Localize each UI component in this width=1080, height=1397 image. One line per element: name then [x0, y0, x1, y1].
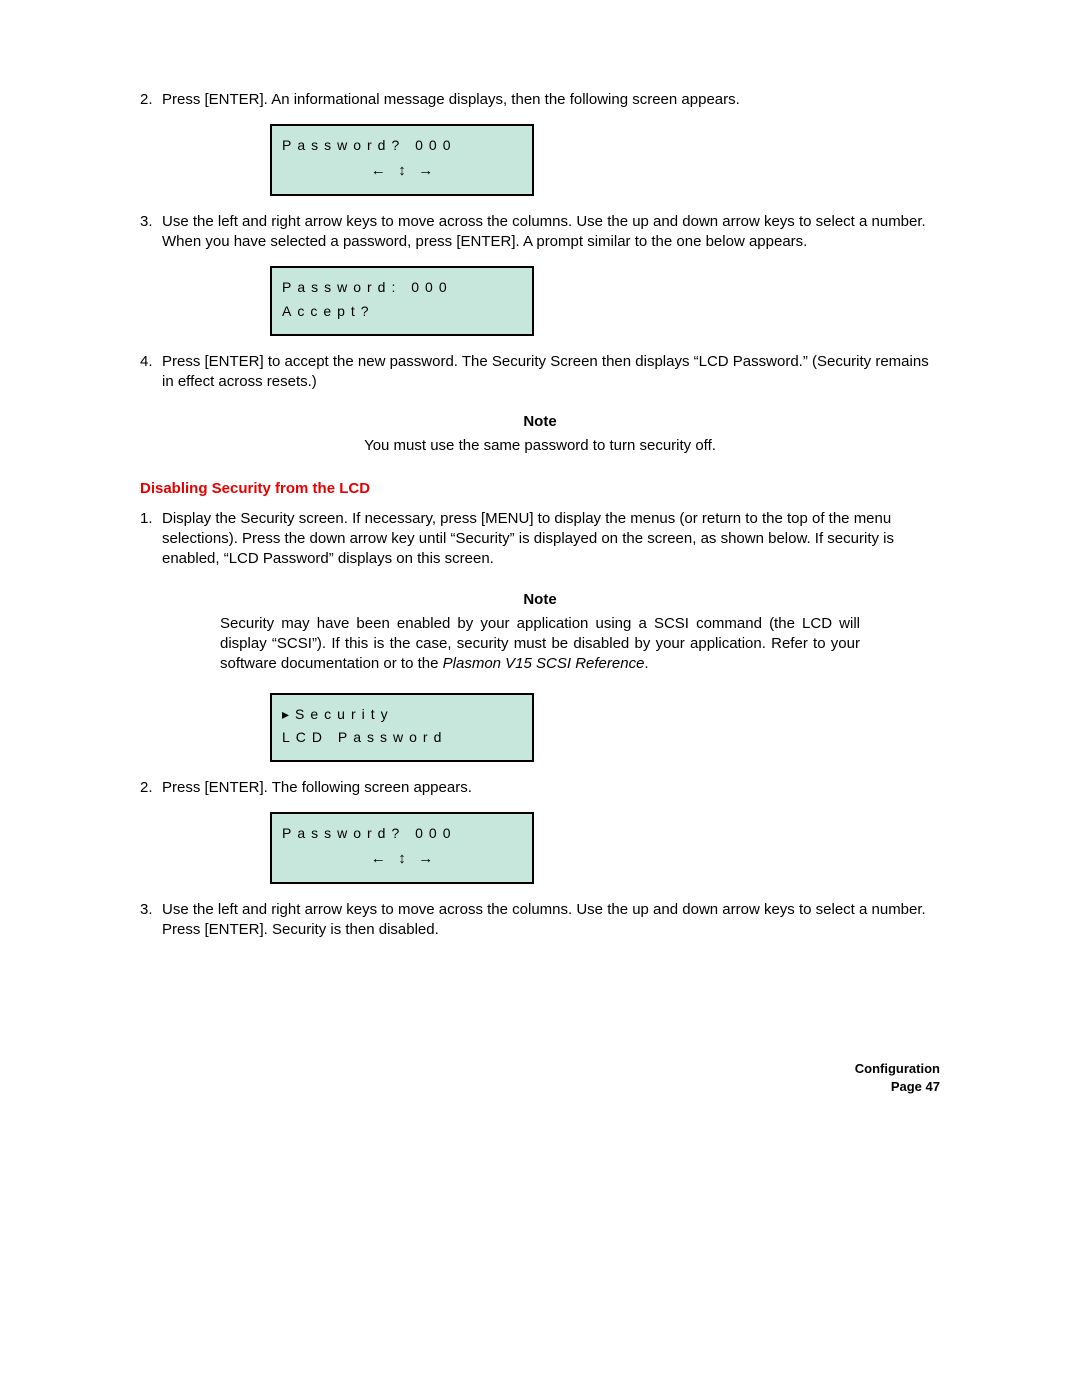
- lcd-screen-4: Password? 000 ← ↕ →: [270, 812, 534, 883]
- note-body: Security may have been enabled by your a…: [220, 614, 860, 675]
- step-b2: 2. Press [ENTER]. The following screen a…: [140, 778, 940, 798]
- lcd-line: ▸Security: [282, 703, 522, 727]
- step-a3: 3. Use the left and right arrow keys to …: [140, 212, 940, 253]
- page-footer: Configuration Page 47: [140, 1060, 940, 1095]
- footer-page: Page 47: [140, 1078, 940, 1096]
- note-heading: Note: [140, 590, 940, 610]
- step-num: 3.: [140, 212, 162, 253]
- lcd-line: Password: 000: [282, 276, 522, 300]
- step-text: Use the left and right arrow keys to mov…: [162, 900, 940, 941]
- lcd-screen-3: ▸Security LCD Password: [270, 693, 534, 763]
- step-a2: 2. Press [ENTER]. An informational messa…: [140, 90, 940, 110]
- step-num: 2.: [140, 90, 162, 110]
- step-text: Press [ENTER] to accept the new password…: [162, 352, 940, 393]
- step-a4: 4. Press [ENTER] to accept the new passw…: [140, 352, 940, 393]
- note-body: You must use the same password to turn s…: [140, 436, 940, 456]
- section-heading: Disabling Security from the LCD: [140, 479, 940, 499]
- step-num: 2.: [140, 778, 162, 798]
- step-text: Use the left and right arrow keys to mov…: [162, 212, 940, 253]
- step-num: 3.: [140, 900, 162, 941]
- lcd-line: Password? 000: [282, 822, 522, 846]
- footer-section: Configuration: [140, 1060, 940, 1078]
- step-text: Press [ENTER]. An informational message …: [162, 90, 940, 110]
- step-text: Press [ENTER]. The following screen appe…: [162, 778, 940, 798]
- step-b1: 1. Display the Security screen. If neces…: [140, 509, 940, 570]
- lcd-line: LCD Password: [282, 726, 522, 750]
- lcd-screen-1: Password? 000 ← ↕ →: [270, 124, 534, 195]
- note-text: .: [644, 655, 648, 672]
- step-num: 4.: [140, 352, 162, 393]
- step-num: 1.: [140, 509, 162, 570]
- lcd-screen-2: Password: 000 Accept?: [270, 266, 534, 336]
- note-italic: Plasmon V15 SCSI Reference: [443, 655, 645, 672]
- note-heading: Note: [140, 412, 940, 432]
- step-b3: 3. Use the left and right arrow keys to …: [140, 900, 940, 941]
- lcd-line: Password? 000: [282, 134, 522, 158]
- lcd-arrows: ← ↕ →: [282, 158, 522, 184]
- lcd-arrows: ← ↕ →: [282, 846, 522, 872]
- lcd-line: Accept?: [282, 300, 522, 324]
- step-text: Display the Security screen. If necessar…: [162, 509, 940, 570]
